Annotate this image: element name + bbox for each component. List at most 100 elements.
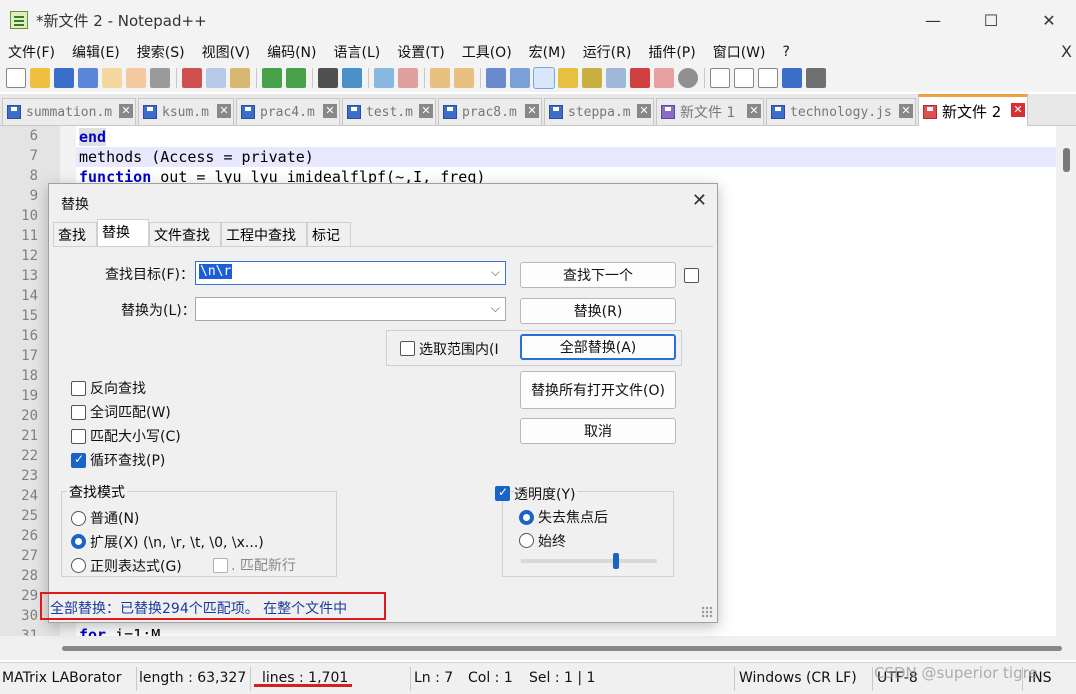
chevron-down-icon[interactable]: ⌵ [491, 265, 500, 280]
close-document-button[interactable]: X [1061, 42, 1072, 61]
tab-close-icon[interactable]: ✕ [899, 104, 913, 118]
resize-grip[interactable] [701, 606, 713, 618]
menu-window[interactable]: 窗口(W) [713, 42, 766, 62]
save-icon[interactable] [54, 68, 74, 88]
tab-close-icon[interactable]: ✕ [637, 104, 651, 118]
show-all-characters-icon[interactable] [510, 68, 530, 88]
transparency-slider-thumb[interactable] [613, 553, 619, 569]
document-map-icon[interactable] [582, 68, 602, 88]
backward-checkbox[interactable] [71, 381, 86, 396]
tab-technology[interactable]: technology.js ✕ [766, 98, 916, 125]
replace-with-input[interactable]: ⌵ [195, 297, 506, 321]
menu-settings[interactable]: 设置(T) [397, 42, 444, 62]
project-panel-icon[interactable] [654, 68, 674, 88]
paste-icon[interactable] [230, 68, 250, 88]
user-language-icon[interactable] [558, 68, 578, 88]
menu-run[interactable]: 运行(R) [583, 42, 632, 62]
menu-language[interactable]: 语言(L) [334, 42, 381, 62]
mode-regex-radio[interactable] [71, 558, 86, 573]
folder-as-workspace-icon[interactable] [630, 68, 650, 88]
tab-test[interactable]: test.m ✕ [342, 98, 436, 125]
undo-icon[interactable] [262, 68, 282, 88]
mode-normal-radio[interactable] [71, 511, 86, 526]
zoom-out-icon[interactable] [398, 68, 418, 88]
tab-close-icon[interactable]: ✕ [419, 104, 433, 118]
print-icon[interactable] [150, 68, 170, 88]
menu-help[interactable]: ? [783, 44, 790, 60]
tab-replace[interactable]: 替换 [97, 219, 149, 247]
whole-word-checkbox[interactable] [71, 405, 86, 420]
find-icon[interactable] [318, 68, 338, 88]
replace-button[interactable]: 替换(R) [520, 298, 676, 324]
find-what-input[interactable]: \n\r ⌵ [195, 261, 506, 285]
dialog-close-button[interactable]: ✕ [692, 190, 707, 211]
transparency-checkbox[interactable] [495, 485, 510, 501]
always-radio[interactable] [519, 533, 534, 548]
replace-all-button[interactable]: 全部替换(A) [520, 334, 676, 360]
menu-encoding[interactable]: 编码(N) [267, 42, 316, 62]
close-all-icon[interactable] [126, 68, 146, 88]
tab-close-icon[interactable]: ✕ [747, 104, 761, 118]
play-macro-icon[interactable] [758, 68, 778, 88]
stop-macro-icon[interactable] [734, 68, 754, 88]
find-next-option-checkbox[interactable] [684, 268, 699, 283]
tab-find-in-projects[interactable]: 工程中查找 [221, 222, 307, 246]
on-losing-focus-radio[interactable] [519, 510, 534, 525]
chevron-down-icon[interactable]: ⌵ [491, 301, 500, 316]
menu-view[interactable]: 视图(V) [202, 42, 251, 62]
mode-extended-radio[interactable] [71, 534, 86, 549]
save-macro-icon[interactable] [806, 68, 826, 88]
monitoring-icon[interactable] [678, 68, 698, 88]
tab-close-icon[interactable]: ✕ [217, 104, 231, 118]
replace-icon[interactable] [342, 68, 362, 88]
run-macro-multiple-icon[interactable] [782, 68, 802, 88]
horizontal-scrollbar[interactable] [0, 636, 1076, 660]
tab-ksum[interactable]: ksum.m ✕ [138, 98, 234, 125]
horizontal-scroll-thumb[interactable] [62, 646, 1062, 651]
vertical-scrollbar[interactable] [1056, 126, 1076, 636]
redo-icon[interactable] [286, 68, 306, 88]
tab-prac8[interactable]: prac8.m ✕ [438, 98, 542, 125]
sync-horizontal-icon[interactable] [454, 68, 474, 88]
menu-file[interactable]: 文件(F) [8, 42, 55, 62]
tab-close-icon[interactable]: ✕ [525, 104, 539, 118]
copy-icon[interactable] [206, 68, 226, 88]
in-selection-checkbox[interactable] [400, 341, 415, 356]
function-list-icon[interactable] [606, 68, 626, 88]
tab-close-icon[interactable]: ✕ [119, 104, 133, 118]
tab-new-file-2[interactable]: 新文件 2 ✕ [918, 94, 1028, 126]
word-wrap-icon[interactable] [486, 68, 506, 88]
close-file-icon[interactable] [102, 68, 122, 88]
tab-find[interactable]: 查找 [53, 222, 97, 246]
zoom-in-icon[interactable] [374, 68, 394, 88]
tab-find-in-files[interactable]: 文件查找 [149, 222, 221, 246]
menu-plugins[interactable]: 插件(P) [648, 42, 695, 62]
record-macro-icon[interactable] [710, 68, 730, 88]
open-file-icon[interactable] [30, 68, 50, 88]
menu-tools[interactable]: 工具(O) [462, 42, 512, 62]
vertical-scroll-thumb[interactable] [1063, 148, 1070, 172]
tab-mark[interactable]: 标记 [307, 222, 351, 246]
new-file-icon[interactable] [6, 68, 26, 88]
sync-vertical-icon[interactable] [430, 68, 450, 88]
transparency-slider-track[interactable] [521, 559, 657, 563]
maximize-button[interactable]: ☐ [962, 0, 1020, 40]
tab-close-icon[interactable]: ✕ [1011, 103, 1025, 117]
close-window-button[interactable]: ✕ [1020, 0, 1076, 40]
tab-close-icon[interactable]: ✕ [323, 104, 337, 118]
tab-summation[interactable]: summation.m ✕ [2, 98, 136, 125]
match-case-checkbox[interactable] [71, 429, 86, 444]
find-next-button[interactable]: 查找下一个 [520, 262, 676, 288]
match-newline-checkbox[interactable] [213, 558, 228, 573]
indent-guide-icon[interactable] [533, 67, 555, 89]
menu-macro[interactable]: 宏(M) [529, 42, 566, 62]
wrap-around-checkbox[interactable] [71, 452, 86, 468]
replace-all-open-docs-button[interactable]: 替换所有打开文件(O) [520, 371, 676, 409]
tab-steppa[interactable]: steppa.m ✕ [544, 98, 654, 125]
tab-new-file-1[interactable]: 新文件 1 ✕ [656, 98, 764, 125]
cut-icon[interactable] [182, 68, 202, 88]
minimize-button[interactable]: — [904, 0, 962, 40]
cancel-button[interactable]: 取消 [520, 418, 676, 444]
tab-prac4[interactable]: prac4.m ✕ [236, 98, 340, 125]
menu-edit[interactable]: 编辑(E) [72, 42, 120, 62]
